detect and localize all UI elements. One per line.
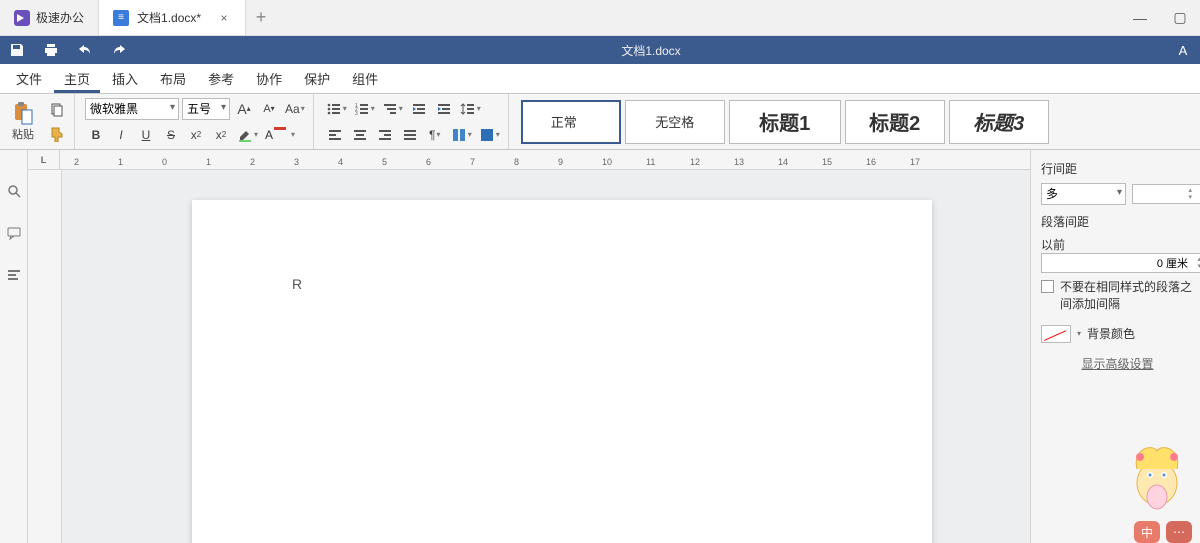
bullet-list-button[interactable]: ▾ xyxy=(324,98,349,120)
style-heading1[interactable]: 标题1 xyxy=(729,100,841,144)
clipboard-group: 粘贴 xyxy=(0,94,75,149)
align-justify-button[interactable] xyxy=(399,124,421,146)
checkbox-icon[interactable] xyxy=(1041,280,1054,293)
menu-insert[interactable]: 插入 xyxy=(102,63,148,93)
line-spacing-mode-select[interactable]: 多 xyxy=(1041,183,1126,205)
new-tab-button[interactable]: + xyxy=(246,7,276,28)
line-spacing-value-input[interactable] xyxy=(1132,184,1200,204)
multilevel-list-button[interactable]: ▾ xyxy=(380,98,405,120)
number-list-button[interactable]: 123▾ xyxy=(352,98,377,120)
user-button[interactable]: A xyxy=(1166,36,1200,64)
bg-color-label: 背景颜色 xyxy=(1087,325,1135,342)
comments-icon[interactable] xyxy=(3,222,25,244)
app-name: 极速办公 xyxy=(36,9,84,26)
bold-button[interactable]: B xyxy=(85,124,107,146)
advanced-settings-link[interactable]: 显示高级设置 xyxy=(1081,355,1153,372)
subscript-button[interactable]: x2 xyxy=(210,124,232,146)
save-button[interactable] xyxy=(0,36,34,64)
window-title: 文档1.docx xyxy=(136,42,1166,59)
shading-button[interactable]: ▾ xyxy=(477,124,502,146)
quick-access-bar: 文档1.docx A xyxy=(0,36,1200,64)
menu-component[interactable]: 组件 xyxy=(342,63,388,93)
increase-indent-button[interactable] xyxy=(433,98,455,120)
highlight-color-button[interactable]: ▾ xyxy=(235,124,260,146)
change-case-button[interactable]: Aa▾ xyxy=(283,98,307,120)
print-button[interactable] xyxy=(34,36,68,64)
assistant-mascot-icon xyxy=(1122,439,1192,519)
menu-file[interactable]: 文件 xyxy=(6,63,52,93)
font-name-select[interactable]: 微软雅黑 xyxy=(85,98,179,120)
copy-button[interactable] xyxy=(46,99,68,121)
align-center-button[interactable] xyxy=(349,124,371,146)
style-normal[interactable]: 正常 xyxy=(521,100,621,144)
before-label: 以前 xyxy=(1041,236,1200,253)
menu-home[interactable]: 主页 xyxy=(54,63,100,93)
styles-group: 正常 无空格 标题1 标题2 标题3 xyxy=(513,94,1194,149)
merge-button[interactable]: ▾ xyxy=(449,124,474,146)
paragraph-panel: 行间距 多 段落间距 以前 后 不要在相同样式的段落之间添加间隔 ▾ 背景颜色 … xyxy=(1030,150,1200,543)
paste-button[interactable]: 粘贴 xyxy=(6,101,40,142)
menu-reference[interactable]: 参考 xyxy=(198,63,244,93)
window-controls: — ▢ xyxy=(1120,0,1200,36)
search-icon[interactable] xyxy=(3,180,25,202)
no-space-same-style-label: 不要在相同样式的段落之间添加间隔 xyxy=(1060,279,1194,313)
format-painter-button[interactable] xyxy=(46,123,68,145)
document-content: R xyxy=(292,276,302,292)
italic-button[interactable]: I xyxy=(110,124,132,146)
close-tab-icon[interactable]: × xyxy=(217,11,231,25)
shrink-font-button[interactable]: A▾ xyxy=(258,98,280,120)
ime-badge-2[interactable]: ⋯ xyxy=(1166,521,1192,543)
style-heading2[interactable]: 标题2 xyxy=(845,100,945,144)
workspace: L 2101234567891011121314151617 R 行间距 多 段… xyxy=(0,150,1200,543)
spacing-before-input[interactable] xyxy=(1041,253,1200,273)
app-tab[interactable]: 极速办公 xyxy=(0,0,98,35)
document-page[interactable]: R xyxy=(192,200,932,543)
doc-file-icon xyxy=(113,10,129,26)
ime-badges: 中 ⋯ xyxy=(1134,521,1192,543)
doc-tab-title: 文档1.docx* xyxy=(137,9,201,26)
menu-collab[interactable]: 协作 xyxy=(246,63,292,93)
menu-bar: 文件 主页 插入 布局 参考 协作 保护 组件 xyxy=(0,64,1200,94)
font-group: 微软雅黑 五号 A▴ A▾ Aa▾ B I U S x2 x2 ▾ A▾ xyxy=(79,94,314,149)
title-bar: 极速办公 文档1.docx* × + — ▢ xyxy=(0,0,1200,36)
minimize-button[interactable]: — xyxy=(1120,0,1160,36)
line-spacing-button[interactable]: ▾ xyxy=(458,98,483,120)
horizontal-ruler[interactable]: L 2101234567891011121314151617 xyxy=(28,150,1030,170)
headings-icon[interactable] xyxy=(3,264,25,286)
no-space-same-style-row[interactable]: 不要在相同样式的段落之间添加间隔 xyxy=(1041,279,1194,313)
align-right-button[interactable] xyxy=(374,124,396,146)
page-scroll[interactable]: R xyxy=(62,170,1030,543)
ime-badge-1[interactable]: 中 xyxy=(1134,521,1160,543)
style-no-spacing[interactable]: 无空格 xyxy=(625,100,725,144)
svg-text:3: 3 xyxy=(355,111,358,117)
left-rail xyxy=(0,150,28,543)
menu-protect[interactable]: 保护 xyxy=(294,63,340,93)
strike-button[interactable]: S xyxy=(160,124,182,146)
undo-button[interactable] xyxy=(68,36,102,64)
show-marks-button[interactable]: ¶▾ xyxy=(424,124,446,146)
paragraph-group: ▾ 123▾ ▾ ▾ ¶▾ ▾ ▾ xyxy=(318,94,509,149)
underline-button[interactable]: U xyxy=(135,124,157,146)
editor-center: L 2101234567891011121314151617 R xyxy=(28,150,1030,543)
document-tab[interactable]: 文档1.docx* × xyxy=(98,0,246,35)
font-size-select[interactable]: 五号 xyxy=(182,98,230,120)
align-left-button[interactable] xyxy=(324,124,346,146)
paste-label: 粘贴 xyxy=(12,126,34,142)
decrease-indent-button[interactable] xyxy=(408,98,430,120)
tab-stop-button[interactable]: L xyxy=(28,150,60,169)
menu-layout[interactable]: 布局 xyxy=(150,63,196,93)
grow-font-button[interactable]: A▴ xyxy=(233,98,255,120)
font-color-button[interactable]: A▾ xyxy=(263,124,297,146)
para-spacing-label: 段落间距 xyxy=(1041,213,1194,230)
app-logo-icon xyxy=(14,10,30,26)
vertical-ruler[interactable] xyxy=(28,170,62,543)
line-spacing-label: 行间距 xyxy=(1041,160,1194,177)
redo-button[interactable] xyxy=(102,36,136,64)
superscript-button[interactable]: x2 xyxy=(185,124,207,146)
style-heading3[interactable]: 标题3 xyxy=(949,100,1049,144)
maximize-button[interactable]: ▢ xyxy=(1160,0,1200,36)
ribbon: 粘贴 微软雅黑 五号 A▴ A▾ Aa▾ B I U S x2 x2 ▾ xyxy=(0,94,1200,150)
bg-color-swatch[interactable] xyxy=(1041,325,1071,343)
